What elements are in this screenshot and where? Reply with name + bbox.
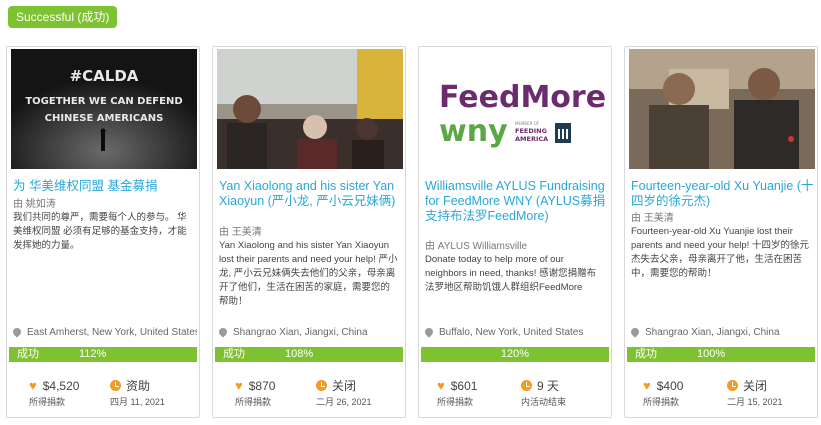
feedmore-logo: FeedMore wny MEMBER OF FEEDING AMERICA <box>423 49 609 169</box>
campaign-stats: ♥ $601 所得捐款 9 天 内活动结束 <box>419 379 611 409</box>
progress-percent: 120% <box>500 348 530 360</box>
raised-stat: ♥ $4,520 所得捐款 <box>29 378 80 408</box>
campaign-title[interactable]: Fourteen-year-old Xu Yuanjie (十四岁的徐元杰) <box>631 179 815 209</box>
campaign-title[interactable]: Williamsville AYLUS Fundraising for Feed… <box>425 179 609 224</box>
logo-feedmore-text: FeedMore <box>439 80 606 115</box>
clock-icon <box>727 380 738 391</box>
calda-poster: #CALDA TOGETHER WE CAN DEFEND CHINESE AM… <box>11 49 197 169</box>
location-pin-icon <box>631 327 641 338</box>
campaign-card[interactable]: Fourteen-year-old Xu Yuanjie (十四岁的徐元杰) 由… <box>624 46 818 418</box>
campaign-title[interactable]: Yan Xiaolong and his sister Yan Xiaoyun … <box>219 179 403 209</box>
poster-line-2: TOGETHER WE CAN DEFEND <box>25 96 182 107</box>
status-badge[interactable]: Successful (成功) <box>8 6 118 28</box>
progress-percent: 108% <box>285 348 314 360</box>
progress-status: 成功 <box>17 348 39 360</box>
campaign-image[interactable] <box>629 49 815 169</box>
progress-percent: 112% <box>79 348 107 360</box>
progress-bar: 成功 112% <box>9 347 197 362</box>
clock-icon <box>110 380 121 391</box>
progress-percent: 100% <box>697 348 726 360</box>
heart-icon: ♥ <box>235 378 243 393</box>
photo-boy-and-man <box>629 49 815 169</box>
campaign-author: 由 王美清 <box>631 213 674 224</box>
campaign-stats: ♥ $870 所得捐款 关闭 二月 26, 2021 <box>213 379 405 409</box>
heart-icon: ♥ <box>437 378 445 393</box>
campaign-card[interactable]: #CALDA TOGETHER WE CAN DEFEND CHINESE AM… <box>6 46 200 418</box>
clock-icon <box>521 380 532 391</box>
time-stat: 资助 四月 11, 2021 <box>110 379 165 407</box>
campaign-description: Fourteen-year-old Xu Yuanjie lost their … <box>631 226 809 279</box>
time-stat: 关闭 二月 26, 2021 <box>316 379 372 407</box>
partner-small-text: MEMBER OF <box>515 121 540 126</box>
partner-sub-text: AMERICA <box>515 135 548 143</box>
progress-bar: 成功 108% <box>215 347 403 362</box>
campaign-image[interactable]: #CALDA TOGETHER WE CAN DEFEND CHINESE AM… <box>11 49 197 169</box>
logo-wny-text: wny <box>439 114 508 149</box>
campaign-image[interactable]: FeedMore wny MEMBER OF FEEDING AMERICA <box>423 49 609 169</box>
location-pin-icon <box>13 327 23 338</box>
campaign-title[interactable]: 为 华美维权同盟 基金募捐 <box>13 179 197 194</box>
campaign-description: 我们共同的尊严，需要每个人的参与。 华美维权同盟 必须有足够的基金支持，才能发挥… <box>13 212 187 251</box>
campaign-location: Shangrao Xian, Jiangxi, China <box>631 327 815 338</box>
clock-icon <box>316 380 327 391</box>
campaign-author: 由 王美清 <box>219 227 262 238</box>
raised-stat: ♥ $870 所得捐款 <box>235 378 276 408</box>
heart-icon: ♥ <box>29 378 37 393</box>
campaign-author: 由 AYLUS Williamsville <box>425 241 528 252</box>
campaign-card[interactable]: FeedMore wny MEMBER OF FEEDING AMERICA W… <box>418 46 612 418</box>
campaign-location: East Amherst, New York, United States <box>13 327 197 338</box>
location-pin-icon <box>425 327 435 338</box>
progress-status: 成功 <box>635 348 657 360</box>
raised-stat: ♥ $601 所得捐款 <box>437 378 478 408</box>
photo-siblings <box>217 49 403 169</box>
poster-line-1: #CALDA <box>70 67 139 85</box>
campaign-description: Yan Xiaolong and his sister Yan Xiaoyun … <box>219 240 398 307</box>
time-stat: 9 天 内活动结束 <box>521 379 567 407</box>
campaign-stats: ♥ $4,520 所得捐款 资助 四月 11, 2021 <box>7 379 199 409</box>
progress-status: 成功 <box>223 348 245 360</box>
campaign-description: Donate today to help more of our neighbo… <box>425 254 597 293</box>
campaign-author: 由 姚如涛 <box>13 199 56 210</box>
time-stat: 关闭 二月 15, 2021 <box>727 379 783 407</box>
campaign-location: Buffalo, New York, United States <box>425 327 609 338</box>
raised-stat: ♥ $400 所得捐款 <box>643 378 684 408</box>
campaign-image[interactable] <box>217 49 403 169</box>
poster-line-3: CHINESE AMERICANS <box>45 113 164 124</box>
campaign-location: Shangrao Xian, Jiangxi, China <box>219 327 403 338</box>
progress-bar: 成功 100% <box>627 347 815 362</box>
campaign-stats: ♥ $400 所得捐款 关闭 二月 15, 2021 <box>625 379 817 409</box>
partner-main-text: FEEDING <box>515 127 547 135</box>
location-pin-icon <box>219 327 229 338</box>
progress-bar: 120% <box>421 347 609 362</box>
heart-icon: ♥ <box>643 378 651 393</box>
campaign-card[interactable]: Yan Xiaolong and his sister Yan Xiaoyun … <box>212 46 406 418</box>
